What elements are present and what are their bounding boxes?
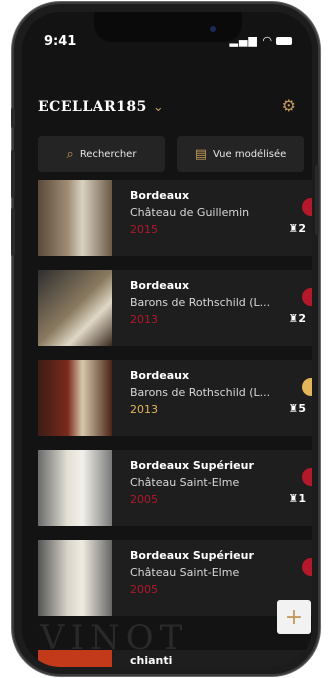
wine-row[interactable]: Bordeaux Supérieur Château Saint-Elme 20… xyxy=(38,540,312,616)
notch xyxy=(94,12,242,42)
bottle-count-value: 2 xyxy=(298,222,306,235)
wine-vintage: 2005 xyxy=(130,583,158,596)
wine-region: chianti xyxy=(130,654,173,667)
wine-region: Bordeaux xyxy=(130,369,190,382)
wine-row[interactable]: Bordeaux Barons de Rothschild (L... 2013… xyxy=(38,270,312,346)
chevron-down-icon[interactable]: ⌄ xyxy=(153,100,164,115)
bottle-photo xyxy=(38,450,112,526)
bottle-icon: ♜ xyxy=(288,312,299,325)
add-bottle-button[interactable]: + xyxy=(277,600,311,634)
wine-vintage: 2005 xyxy=(130,493,158,506)
wine-producer: Château Saint-Elme xyxy=(130,566,240,579)
bottle-photo xyxy=(38,540,112,616)
bottle-count-value: 2 xyxy=(298,312,306,325)
camera-icon xyxy=(210,26,216,32)
cellar-name[interactable]: ECELLAR185 xyxy=(38,99,147,115)
status-time: 9:41 xyxy=(44,34,77,49)
bottle-count-value: 1 xyxy=(298,492,306,505)
bottle-photo xyxy=(38,180,112,256)
side-button xyxy=(11,108,15,128)
bottle-icon: ♜ xyxy=(288,402,299,415)
bottle-photo xyxy=(38,360,112,436)
wine-color-dot xyxy=(302,288,312,306)
app-screen: 9:41 ▂▄▆ ◠ ECELLAR185 ⌄ ⚙ ⌕ Rechercher ▤ Vu… xyxy=(22,12,312,667)
wine-color-dot xyxy=(302,468,312,486)
search-button[interactable]: ⌕ Rechercher xyxy=(38,136,165,172)
status-icons: ▂▄▆ ◠ xyxy=(230,34,292,47)
bottle-count: ♜2 xyxy=(288,312,306,325)
wine-row[interactable]: chianti xyxy=(38,650,312,667)
wine-vintage: 2015 xyxy=(130,223,158,236)
side-button xyxy=(11,150,15,198)
wine-row[interactable]: Bordeaux Supérieur Château Saint-Elme 20… xyxy=(38,450,312,526)
bottle-count: ♜1 xyxy=(288,492,306,505)
signal-wifi-icon: ▂▄▆ ◠ xyxy=(229,34,273,47)
wine-color-dot xyxy=(302,198,312,216)
bottle-photo xyxy=(38,270,112,346)
battery-icon xyxy=(276,37,292,45)
wine-region: Bordeaux xyxy=(130,279,190,292)
wine-row[interactable]: Bordeaux Barons de Rothschild (L... 2013… xyxy=(38,360,312,436)
wine-list: Bordeaux Château de Guillemin 2015 ♜2 Bo… xyxy=(38,180,312,630)
header: ECELLAR185 ⌄ ⚙ xyxy=(38,96,296,120)
bottle-icon: ♜ xyxy=(288,222,299,235)
bottle-icon: ♜ xyxy=(288,492,299,505)
wine-vintage: 2013 xyxy=(130,313,158,326)
wine-color-dot xyxy=(302,378,312,396)
bottle-count-value: 5 xyxy=(298,402,306,415)
wine-producer: Barons de Rothschild (L... xyxy=(130,386,271,399)
wine-producer: Barons de Rothschild (L... xyxy=(130,296,271,309)
bottle-count: ♜5 xyxy=(288,402,306,415)
bottle-photo xyxy=(38,650,112,667)
side-button xyxy=(11,208,15,256)
gear-icon[interactable]: ⚙ xyxy=(282,96,296,115)
wine-producer: Château Saint-Elme xyxy=(130,476,240,489)
wine-color-dot xyxy=(302,558,312,576)
view-label: Vue modélisée xyxy=(213,148,287,160)
wine-row[interactable]: Bordeaux Château de Guillemin 2015 ♜2 xyxy=(38,180,312,256)
wine-producer: Château de Guillemin xyxy=(130,206,250,219)
bottle-count: ♜2 xyxy=(288,222,306,235)
wine-region: Bordeaux Supérieur xyxy=(130,549,254,562)
side-button xyxy=(315,165,319,235)
wine-region: Bordeaux xyxy=(130,189,190,202)
search-icon: ⌕ xyxy=(66,146,74,162)
wine-region: Bordeaux Supérieur xyxy=(130,459,254,472)
wine-vintage: 2013 xyxy=(130,403,158,416)
cellar-view-icon: ▤ xyxy=(194,146,208,162)
view-mode-button[interactable]: ▤ Vue modélisée xyxy=(177,136,304,172)
search-label: Rechercher xyxy=(79,148,137,160)
toolbar: ⌕ Rechercher ▤ Vue modélisée xyxy=(38,136,304,172)
